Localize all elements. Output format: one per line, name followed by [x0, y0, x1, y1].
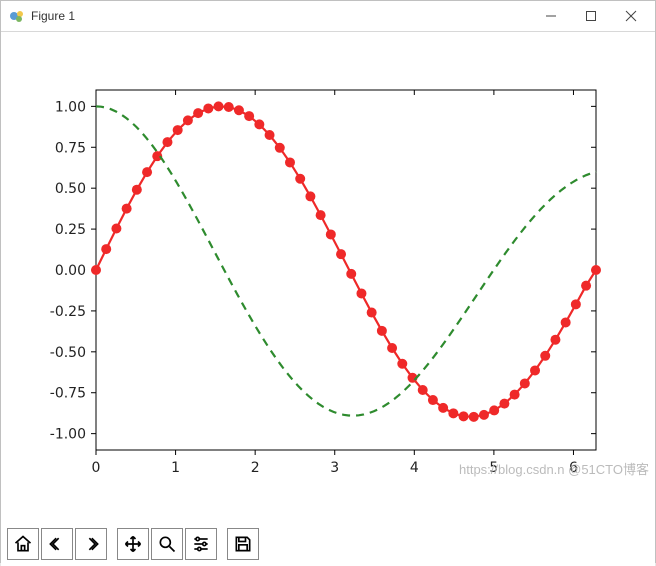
- svg-text:4: 4: [410, 460, 419, 476]
- close-button[interactable]: [611, 2, 651, 30]
- svg-text:0.00: 0.00: [55, 263, 86, 279]
- app-icon: [9, 8, 25, 24]
- configure-button[interactable]: [185, 528, 217, 560]
- svg-text:0.75: 0.75: [55, 140, 86, 156]
- svg-text:-0.75: -0.75: [50, 386, 86, 402]
- maximize-button[interactable]: [571, 2, 611, 30]
- toolbar: [1, 522, 655, 566]
- svg-text:-0.25: -0.25: [50, 304, 86, 320]
- app-window: Figure 1 -1.00 -0.75 -0.50 -0.25 0.00 0.25 0.5…: [0, 0, 656, 563]
- svg-text:1.00: 1.00: [55, 99, 86, 115]
- titlebar: Figure 1: [1, 1, 655, 32]
- figure-canvas: -1.00 -0.75 -0.50 -0.25 0.00 0.25 0.50 0.75 1.00…: [1, 32, 655, 522]
- home-button[interactable]: [7, 528, 39, 560]
- svg-text:1: 1: [171, 460, 180, 476]
- svg-text:5: 5: [489, 460, 498, 476]
- back-button[interactable]: [41, 528, 73, 560]
- svg-text:6: 6: [569, 460, 578, 476]
- minimize-button[interactable]: [531, 2, 571, 30]
- plot-area: -1.00 -0.75 -0.50 -0.25 0.00 0.25 0.50 0.75 1.00…: [8, 32, 648, 512]
- svg-text:0: 0: [92, 460, 101, 476]
- zoom-button[interactable]: [151, 528, 183, 560]
- svg-text:-0.50: -0.50: [50, 345, 86, 361]
- save-button[interactable]: [227, 528, 259, 560]
- svg-text:2: 2: [251, 460, 260, 476]
- svg-text:0.25: 0.25: [55, 222, 86, 238]
- svg-text:-1.00: -1.00: [50, 427, 86, 443]
- forward-button[interactable]: [75, 528, 107, 560]
- svg-text:3: 3: [330, 460, 339, 476]
- pan-button[interactable]: [117, 528, 149, 560]
- window-title: Figure 1: [31, 9, 531, 23]
- svg-text:0.50: 0.50: [55, 181, 86, 197]
